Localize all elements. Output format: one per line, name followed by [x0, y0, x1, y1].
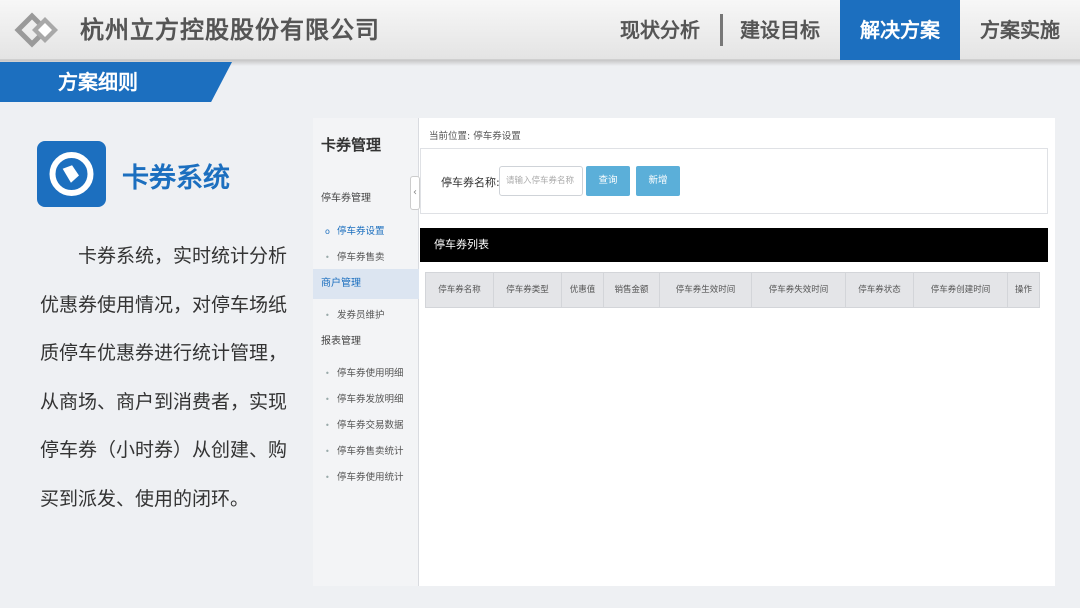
sidebar-item-label: 停车券交易数据 — [337, 420, 404, 431]
query-button[interactable]: 查询 — [586, 166, 630, 196]
column-header: 停车券失效时间 — [752, 273, 846, 307]
sidebar: 卡券管理 ‹ 停车券管理 o 停车券设置 • 停车券售卖 商户管理 • 发券员维护 报… — [313, 118, 420, 586]
top-nav: 现状分析 建设目标 解决方案 方案实施 — [600, 0, 1080, 60]
column-header: 停车券创建时间 — [914, 273, 1008, 307]
sidebar-item-sales-stats[interactable]: • 停车券售卖统计 — [313, 439, 419, 465]
nav-solution[interactable]: 解决方案 — [840, 0, 960, 60]
sidebar-item-issuer-maintenance[interactable]: • 发券员维护 — [313, 303, 419, 329]
sidebar-title: 卡券管理 — [321, 136, 382, 154]
bullet-icon: • — [325, 253, 330, 262]
bullet-icon: o — [325, 227, 330, 236]
feature-description: 卡券系统，实时统计分析优惠券使用情况，对停车场纸质停车优惠券进行统计管理，从商场… — [40, 245, 288, 510]
sidebar-item-coupon-sales[interactable]: • 停车券售卖 — [313, 245, 419, 271]
column-header: 操作 — [1014, 285, 1032, 295]
sidebar-item-usage-stats[interactable]: • 停车券使用统计 — [313, 465, 419, 491]
list-title: 停车券列表 — [420, 228, 1048, 262]
column-header: 停车券生效时间 — [660, 273, 752, 307]
sidebar-item-coupon-settings[interactable]: o 停车券设置 — [313, 219, 419, 245]
search-panel: 停车券名称: 查询 新增 — [420, 148, 1048, 214]
breadcrumb: 当前位置: 停车券设置 — [429, 131, 521, 142]
search-label: 停车券名称: — [441, 176, 500, 189]
bullet-icon: • — [325, 447, 330, 456]
add-button[interactable]: 新增 — [636, 166, 680, 196]
sidebar-item-issue-detail[interactable]: • 停车券发放明细 — [313, 387, 419, 413]
column-header: 销售金额 — [604, 273, 660, 307]
sidebar-item-label: 停车券发放明细 — [337, 394, 404, 405]
bullet-icon: • — [325, 395, 330, 404]
column-header: 停车券名称 — [426, 273, 494, 307]
feature-title: 卡券系统 — [122, 163, 230, 194]
table-header: 停车券名称 停车券类型 优惠值 销售金额 停车券生效时间 停车券失效时间 停车券… — [425, 272, 1040, 308]
section-tab: 方案细则 — [0, 62, 232, 102]
sidebar-item-label: 发券员维护 — [337, 310, 385, 321]
bullet-icon: • — [325, 311, 330, 320]
coupon-name-search-input[interactable] — [499, 166, 583, 196]
sidebar-item-label: 停车券使用统计 — [337, 472, 404, 483]
company-name: 杭州立方控股股份有限公司 — [80, 16, 380, 44]
sidebar-item-label: 停车券设置 — [337, 226, 385, 237]
nav-construction-goals[interactable]: 建设目标 — [720, 0, 840, 60]
sidebar-item-label: 停车券售卖 — [337, 252, 385, 263]
column-header: 停车券状态 — [846, 273, 914, 307]
bullet-icon: • — [325, 421, 330, 430]
column-header: 优惠值 — [562, 273, 604, 307]
bullet-icon: • — [325, 473, 330, 482]
sidebar-item-transaction-data[interactable]: • 停车券交易数据 — [313, 413, 419, 439]
column-header: 停车券类型 — [494, 273, 562, 307]
coupon-tag-icon — [37, 141, 106, 207]
coupon-app-window: 卡券管理 ‹ 停车券管理 o 停车券设置 • 停车券售卖 商户管理 • 发券员维护 报… — [313, 118, 1055, 586]
nav-implementation[interactable]: 方案实施 — [960, 0, 1080, 60]
sidebar-group-coupon-management[interactable]: 停车券管理 — [313, 184, 419, 214]
company-logo-icon — [14, 12, 64, 48]
sidebar-group-merchant-management[interactable]: 商户管理 — [313, 269, 419, 299]
sidebar-item-label: 停车券使用明细 — [337, 368, 404, 379]
sidebar-group-report-management[interactable]: 报表管理 — [313, 327, 419, 357]
nav-status-analysis[interactable]: 现状分析 — [600, 0, 720, 60]
top-bar: 杭州立方控股股份有限公司 现状分析 建设目标 解决方案 方案实施 — [0, 0, 1080, 60]
sidebar-item-usage-detail[interactable]: • 停车券使用明细 — [313, 361, 419, 387]
bullet-icon: • — [325, 369, 330, 378]
sidebar-item-label: 停车券售卖统计 — [337, 446, 404, 457]
